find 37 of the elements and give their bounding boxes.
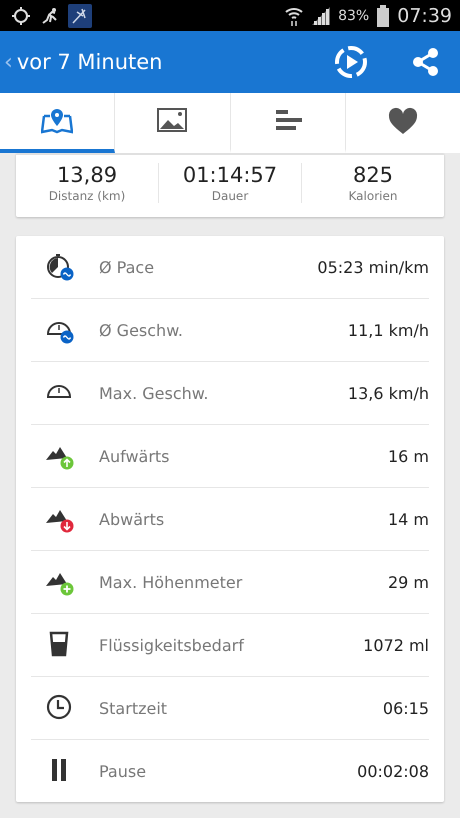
metric-value: 06:15: [382, 698, 429, 718]
battery-icon: [377, 4, 390, 26]
share-icon[interactable]: [412, 47, 440, 77]
back-button[interactable]: ‹ vor 7 Minuten: [4, 50, 162, 74]
stat-label: Distanz (km): [48, 189, 126, 203]
metric-label: Max. Höhenmeter: [99, 572, 244, 592]
stat-label: Dauer: [210, 189, 250, 203]
battery-percentage: 83%: [338, 8, 370, 24]
stopwatch-icon: [45, 252, 75, 282]
map-icon: [41, 106, 74, 136]
metric-value: 14 m: [388, 510, 429, 528]
tab[interactable]: [0, 93, 116, 153]
metric-label: Max. Geschw.: [99, 384, 210, 402]
metric-value: 1072 ml: [363, 636, 429, 654]
stat-value: 13,89: [56, 163, 118, 187]
metric-value: 16 m: [388, 446, 429, 466]
metric-label: Aufwärts: [99, 446, 171, 466]
metric-label: Ø Geschw.: [99, 320, 184, 340]
stat-value: 825: [352, 163, 394, 187]
gps-icon: [10, 4, 32, 26]
signal-icon: [312, 6, 330, 24]
metric-label: Abwärts: [99, 510, 166, 528]
metric-value: 11,1 km/h: [348, 320, 429, 340]
heart-icon: [386, 106, 419, 136]
app-icon: [68, 4, 92, 28]
stat-value: 01:14:57: [182, 163, 278, 187]
metric-label: Flüssigkeitsbedarf: [99, 636, 246, 654]
metric-label: Ø Pace: [99, 258, 156, 276]
metric-label: Startzeit: [99, 698, 168, 718]
metric-value: 29 m: [388, 572, 429, 592]
metric-value: 05:23 min/km: [317, 258, 429, 276]
clock-time: 07:39: [397, 4, 452, 26]
metric-value: 00:02:08: [357, 762, 429, 780]
metric-label: Pause: [99, 762, 148, 780]
stat-label: Kalorien: [348, 189, 398, 203]
replay-icon[interactable]: [334, 45, 368, 79]
metric-value: 13,6 km/h: [348, 384, 429, 402]
